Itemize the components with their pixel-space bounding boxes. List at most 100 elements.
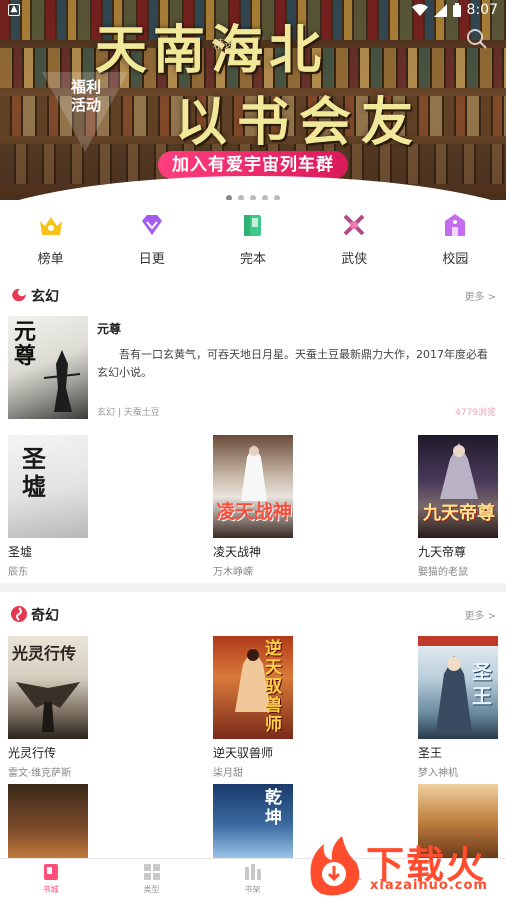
featured-description: 吾有一口玄黄气，可吞天地日月星。天蚕土豆最新鼎力大作，2017年度必看玄幻小说。 bbox=[97, 348, 488, 379]
book-title: 圣墟 bbox=[8, 545, 33, 559]
section-title: 奇幻 bbox=[31, 608, 59, 624]
cover-figure bbox=[440, 443, 478, 499]
category-daily[interactable]: 日更 bbox=[101, 210, 202, 270]
battery-icon bbox=[452, 3, 461, 17]
watermark: 下载火 xiazaihuo.com bbox=[300, 832, 506, 900]
search-icon[interactable] bbox=[466, 28, 488, 50]
cover-figure bbox=[43, 350, 81, 412]
book-cover-partial[interactable]: 乾坤 bbox=[213, 784, 293, 858]
category-label: 校园 bbox=[442, 252, 469, 267]
tab-bookstore[interactable]: 书城 bbox=[0, 859, 101, 900]
banner-tag: 精选 bbox=[213, 38, 235, 51]
cover-title: 圣王 bbox=[472, 660, 492, 708]
notification-icon: ▲ bbox=[8, 4, 20, 16]
carousel-dot bbox=[262, 195, 268, 200]
bookstore-icon bbox=[43, 864, 58, 880]
school-icon bbox=[440, 210, 470, 240]
book-card[interactable]: 凌天战神 凌天战神 万木峥嵘 bbox=[213, 435, 313, 578]
book-author: 辰东 bbox=[8, 567, 28, 578]
tab-label: 类型 bbox=[143, 885, 160, 894]
book-title: 光灵行传 bbox=[8, 746, 57, 760]
section-header: 奇幻 更多 > bbox=[0, 603, 506, 627]
featured-meta: 玄幻 | 天蚕土豆 bbox=[97, 408, 160, 418]
category-finished[interactable]: 完本 bbox=[202, 210, 303, 270]
book-author: 万木峥嵘 bbox=[213, 567, 253, 578]
cover-title: 乾坤 bbox=[265, 788, 282, 828]
cover-title: 逆天驭兽师 bbox=[265, 639, 282, 735]
carousel-dot bbox=[226, 195, 232, 200]
watermark-logo-icon bbox=[310, 836, 360, 896]
book-title: 凌天战神 bbox=[213, 545, 262, 559]
featured-title: 元尊 bbox=[97, 322, 122, 336]
welfare-badge: 福利活动 bbox=[42, 72, 128, 158]
category-wuxia[interactable]: 武侠 bbox=[304, 210, 405, 270]
category-nav: 榜单 日更 完本 武侠 校园 bbox=[0, 210, 506, 270]
carousel-indicator bbox=[0, 186, 506, 200]
category-campus[interactable]: 校园 bbox=[405, 210, 506, 270]
book-cover: 元尊 bbox=[8, 316, 88, 419]
book-card[interactable]: 九天帝尊 九天帝尊 娶猫的老鼠 bbox=[418, 435, 506, 578]
cover-title: 圣墟 bbox=[22, 444, 46, 501]
tab-bookshelf[interactable]: 书架 bbox=[202, 859, 303, 900]
section-header: 玄幻 更多 > bbox=[0, 284, 506, 308]
carousel-dot bbox=[250, 195, 256, 200]
category-label: 完本 bbox=[240, 252, 267, 267]
calendar-diamond-icon bbox=[137, 210, 167, 240]
category-rankings[interactable]: 榜单 bbox=[0, 210, 101, 270]
banner-ribbon: 加入有爱宇宙列车群 bbox=[158, 151, 348, 179]
section-flower-icon bbox=[12, 288, 26, 302]
publisher-band bbox=[418, 636, 498, 646]
book-card[interactable]: 圣王 圣王 梦入神机 bbox=[418, 636, 506, 779]
banner-subtitle: 以书会友 bbox=[175, 92, 424, 153]
book-title: 圣王 bbox=[418, 746, 443, 760]
book-cover: 光灵行传 bbox=[8, 636, 88, 739]
category-label: 榜单 bbox=[37, 252, 64, 267]
tab-categories[interactable]: 类型 bbox=[101, 859, 202, 900]
cell-signal-icon bbox=[433, 3, 447, 17]
carousel-dot bbox=[274, 195, 280, 200]
cover-figure bbox=[16, 682, 80, 732]
category-label: 武侠 bbox=[341, 252, 368, 267]
more-link[interactable]: 更多 > bbox=[464, 607, 496, 622]
wifi-icon bbox=[411, 3, 428, 16]
cover-figure bbox=[436, 656, 472, 732]
book-cover: 九天帝尊 bbox=[418, 435, 498, 538]
book-card[interactable]: 圣墟 圣墟 辰东 bbox=[8, 435, 108, 578]
book-cover: 逆天驭兽师 bbox=[213, 636, 293, 739]
book-cover: 圣王 bbox=[418, 636, 498, 739]
section-title: 玄幻 bbox=[31, 289, 59, 305]
book-author: 娶猫的老鼠 bbox=[418, 567, 468, 578]
welfare-text: 福利活动 bbox=[70, 78, 101, 114]
carousel-dot bbox=[238, 195, 244, 200]
cover-title: 九天帝尊 bbox=[423, 503, 495, 524]
book-card[interactable]: 逆天驭兽师 逆天驭兽师 柒月甜 bbox=[213, 636, 313, 779]
featured-views: 4779浏览 bbox=[455, 408, 496, 418]
cover-title: 光灵行传 bbox=[12, 644, 77, 663]
status-time: 8:07 bbox=[466, 2, 498, 18]
book-author: 柒月甜 bbox=[213, 768, 243, 779]
crossed-swords-icon bbox=[339, 210, 369, 240]
cover-title: 元尊 bbox=[14, 319, 37, 369]
promo-banner[interactable]: 天南海北 精选 以书会友 福利活动 加入有爱宇宙列车群 bbox=[0, 0, 506, 200]
grid-icon bbox=[143, 864, 160, 880]
tab-label: 书架 bbox=[244, 885, 261, 894]
book-title: 九天帝尊 bbox=[418, 545, 467, 559]
category-label: 日更 bbox=[138, 252, 165, 267]
status-bar: ▲ 8:07 bbox=[0, 0, 506, 22]
bookshelf-icon bbox=[244, 864, 261, 880]
book-cover: 圣墟 bbox=[8, 435, 88, 538]
more-link[interactable]: 更多 > bbox=[464, 288, 496, 303]
featured-book[interactable]: 元尊 元尊 吾有一口玄黄气，可吞天地日月星。天蚕土豆最新鼎力大作，2017年度必… bbox=[0, 316, 506, 420]
cover-title: 凌天战神 bbox=[215, 501, 292, 523]
book-card[interactable]: 光灵行传 光灵行传 雷文·维克萨斯 bbox=[8, 636, 108, 779]
book-complete-icon bbox=[238, 210, 268, 240]
book-title: 逆天驭兽师 bbox=[213, 746, 274, 760]
book-cover: 凌天战神 bbox=[213, 435, 293, 538]
book-author: 梦入神机 bbox=[418, 768, 458, 779]
watermark-url: xiazaihuo.com bbox=[370, 878, 488, 893]
book-author: 雷文·维克萨斯 bbox=[8, 768, 72, 779]
book-cover-partial[interactable] bbox=[8, 784, 88, 858]
cover-figure bbox=[241, 445, 267, 501]
section-flower-icon bbox=[11, 606, 27, 622]
crown-icon bbox=[36, 210, 66, 240]
